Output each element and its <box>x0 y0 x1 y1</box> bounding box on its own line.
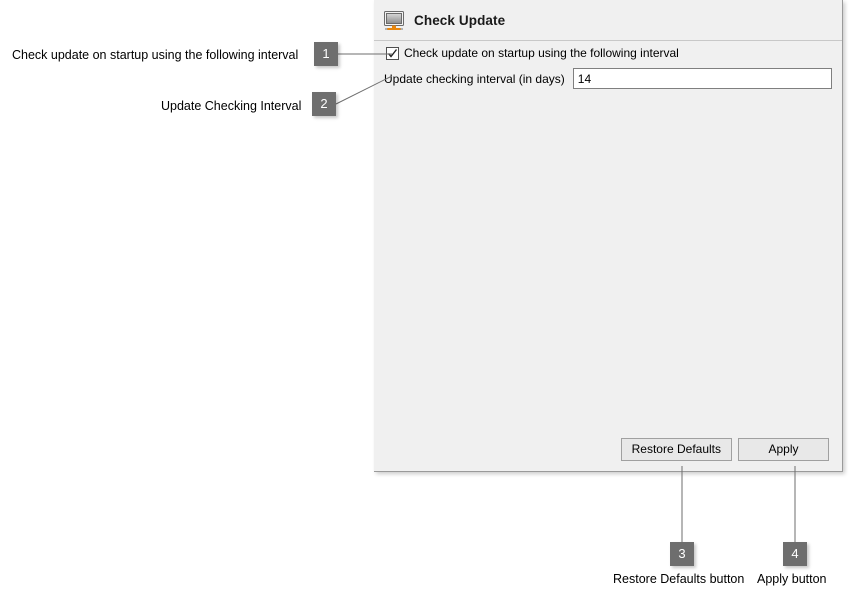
checkmark-icon <box>387 48 398 58</box>
check-on-startup-label: Check update on startup using the follow… <box>404 46 679 60</box>
callout-label-3: Restore Defaults button <box>613 572 745 586</box>
callout-badge-4: 4 <box>783 542 807 566</box>
callout-badge-3: 3 <box>670 542 694 566</box>
panel-title: Check Update <box>414 12 506 28</box>
callout-label-4: Apply button <box>757 572 827 586</box>
callout-label-2: Update Checking Interval <box>161 99 302 113</box>
panel-body: Check update on startup using the follow… <box>374 41 842 471</box>
update-interval-label: Update checking interval (in days) <box>384 71 565 86</box>
callout-badge-1: 1 <box>314 42 338 66</box>
check-on-startup-checkbox[interactable] <box>386 46 399 60</box>
apply-button[interactable]: Apply <box>738 438 829 461</box>
callout-badge-2: 2 <box>312 92 336 116</box>
restore-defaults-button[interactable]: Restore Defaults <box>620 438 732 461</box>
update-interval-row: Update checking interval (in days) <box>384 68 832 89</box>
check-update-settings-panel: Check Update Check update on startup usi… <box>374 0 843 472</box>
monitor-icon <box>384 11 404 30</box>
panel-header: Check Update <box>374 0 842 41</box>
panel-button-row: Restore Defaults Apply <box>620 438 829 461</box>
check-on-startup-row[interactable]: Check update on startup using the follow… <box>386 46 679 60</box>
update-interval-input[interactable] <box>572 68 832 89</box>
callout-label-1: Check update on startup using the follow… <box>12 48 299 62</box>
